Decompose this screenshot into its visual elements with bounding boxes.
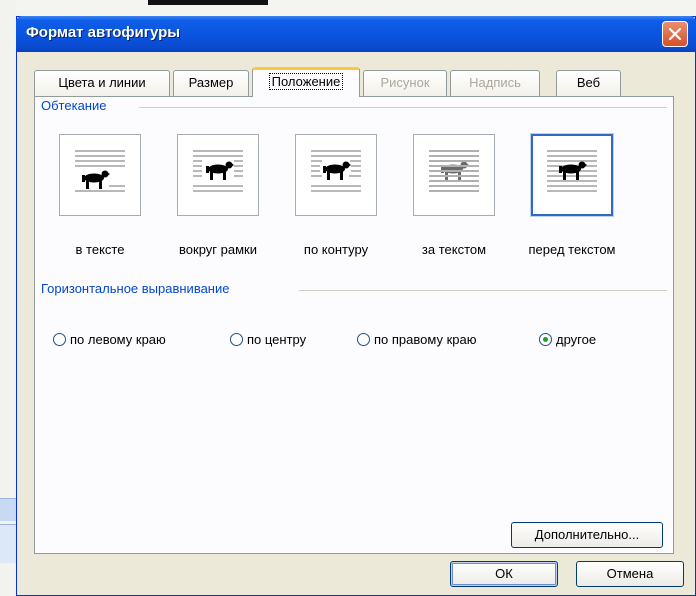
- wrap-in-front-label: перед текстом: [528, 242, 616, 257]
- tab-colors-and-lines[interactable]: Цвета и линии: [34, 70, 170, 96]
- wrap-square-icon: [193, 150, 243, 192]
- title-bar[interactable]: Формат автофигуры: [16, 16, 696, 52]
- radio-button-checked[interactable]: [539, 332, 552, 346]
- tab-size[interactable]: Размер: [173, 70, 249, 96]
- wrap-behind-text-button[interactable]: [413, 134, 495, 216]
- wrap-square-label: вокруг рамки: [179, 242, 257, 257]
- tab-picture[interactable]: Рисунок: [363, 70, 447, 96]
- group-divider: [139, 107, 667, 108]
- tab-position[interactable]: Положение: [252, 67, 360, 97]
- wrap-in-front-button[interactable]: [531, 134, 613, 216]
- wrap-in-front-icon: [547, 150, 597, 192]
- align-left-radio[interactable]: по левому краю: [53, 329, 166, 349]
- ok-button[interactable]: ОК: [450, 561, 558, 587]
- wrap-inline-label: в тексте: [75, 242, 125, 257]
- align-center-radio[interactable]: по центру: [230, 329, 306, 349]
- wrap-behind-text-icon: [429, 150, 479, 192]
- background-app-toolbar: [0, 0, 696, 16]
- tab-text-box[interactable]: Надпись: [450, 70, 540, 96]
- advanced-button[interactable]: Дополнительно...: [511, 522, 663, 548]
- close-button[interactable]: [662, 21, 688, 47]
- background-app-mark: [148, 0, 268, 5]
- wrap-square-button[interactable]: [177, 134, 259, 216]
- background-app-panel: [0, 524, 16, 563]
- tab-web[interactable]: Веб: [556, 70, 621, 96]
- position-tab-panel: Обтекание в тексте вокруг рамки по конту…: [34, 96, 674, 554]
- wrap-tight-label: по контуру: [303, 242, 369, 257]
- align-right-radio[interactable]: по правому краю: [357, 329, 476, 349]
- cancel-button[interactable]: Отмена: [576, 561, 684, 587]
- wrap-behind-text-label: за текстом: [421, 242, 487, 257]
- background-app-panel: [0, 498, 16, 521]
- radio-button[interactable]: [357, 332, 370, 346]
- wrap-tight-button[interactable]: [295, 134, 377, 216]
- horizontal-alignment-group-label: Горизонтальное выравнивание: [41, 281, 236, 296]
- dialog-title: Формат автофигуры: [26, 24, 181, 41]
- wrap-tight-icon: [311, 150, 361, 192]
- group-divider: [299, 290, 667, 291]
- align-other-radio[interactable]: другое: [539, 329, 596, 349]
- wrap-inline-icon: [75, 150, 125, 192]
- radio-button[interactable]: [230, 332, 243, 346]
- close-icon: [669, 28, 681, 40]
- wrap-inline-button[interactable]: [59, 134, 141, 216]
- radio-button[interactable]: [53, 332, 66, 346]
- format-autoshape-dialog: Формат автофигуры Цвета и линии Размер П…: [16, 16, 696, 596]
- wrapping-group-label: Обтекание: [41, 98, 113, 113]
